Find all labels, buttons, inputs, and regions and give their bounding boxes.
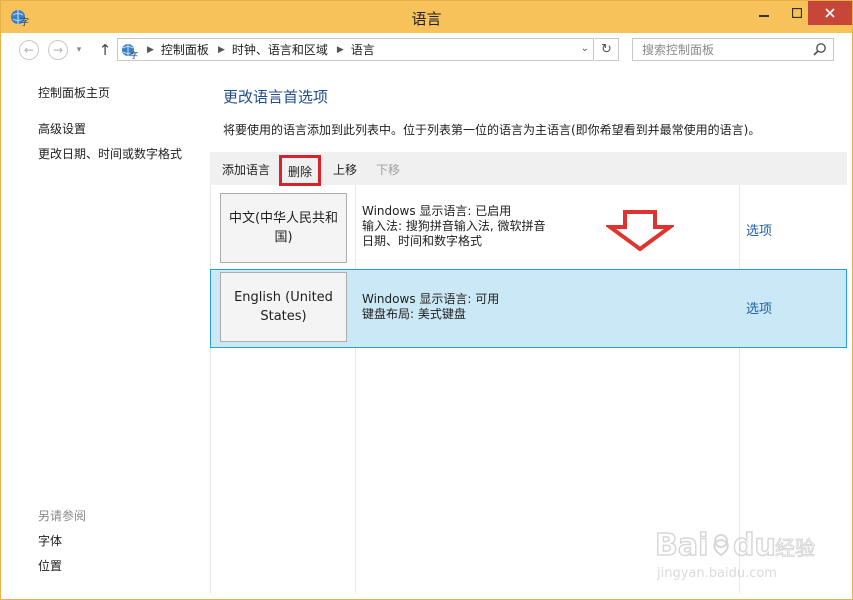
breadcrumb[interactable]: 字 ▶ 控制面板 ▶ 时钟、语言和区域 ▶ 语言 ⌄ <box>117 38 594 61</box>
options-link[interactable]: 选项 <box>746 298 772 317</box>
delete-language-button[interactable]: 删除 <box>279 155 322 186</box>
breadcrumb-separator-icon[interactable]: ▶ <box>218 45 225 55</box>
svg-text:字: 字 <box>130 50 138 59</box>
search-icon[interactable] <box>813 42 827 56</box>
recent-locations-button[interactable]: ▾ <box>72 40 86 60</box>
forward-arrow-icon: → <box>52 43 64 57</box>
input-method-info: 输入法: 搜狗拼音输入法, 微软拼音 <box>362 219 546 233</box>
language-toolbar: 添加语言 删除 上移 下移 <box>210 152 847 186</box>
breadcrumb-control-panel[interactable]: 控制面板 <box>161 41 209 58</box>
language-row-english[interactable]: English (United States) Windows 显示语言: 可用… <box>210 269 847 348</box>
up-button[interactable]: ↑ <box>95 40 115 60</box>
back-button[interactable]: ← <box>19 40 39 60</box>
language-window: 字 语言 ← → ▾ ↑ 字 ▶ 控制面板 ▶ 时钟、语言和区域 ▶ 语言 ⌄ … <box>0 0 853 600</box>
chevron-down-icon[interactable]: ⌄ <box>581 43 589 54</box>
svg-text:du: du <box>733 528 776 563</box>
location-link[interactable]: 位置 <box>38 557 62 574</box>
keyboard-layout-info: 键盘布局: 美式键盘 <box>362 307 466 321</box>
refresh-icon: ↻ <box>601 42 612 57</box>
language-info: Windows 显示语言: 已启用 输入法: 搜狗拼音输入法, 微软拼音 日期、… <box>362 204 546 249</box>
up-arrow-icon: ↑ <box>98 41 112 59</box>
breadcrumb-separator-icon[interactable]: ▶ <box>337 45 344 55</box>
language-info: Windows 显示语言: 可用 键盘布局: 美式键盘 <box>362 292 499 322</box>
maximize-icon <box>792 8 802 18</box>
baidu-watermark-logo: Bai du 经验 jingyan.baidu.com <box>655 527 815 581</box>
date-format-info: 日期、时间和数字格式 <box>362 234 483 248</box>
page-description: 将要使用的语言添加到此列表中。位于列表第一位的语言为主语言(即你希望看到并最常使… <box>223 123 761 137</box>
language-name-box[interactable]: English (United States) <box>220 272 347 342</box>
control-panel-home-link[interactable]: 控制面板主页 <box>38 84 110 101</box>
change-date-time-format-link[interactable]: 更改日期、时间或数字格式 <box>38 145 182 162</box>
display-language-status: Windows 显示语言: 已启用 <box>362 204 512 218</box>
breadcrumb-separator-icon[interactable]: ▶ <box>147 45 154 55</box>
search-input[interactable] <box>632 38 834 61</box>
chevron-down-icon: ▾ <box>76 45 82 55</box>
forward-button[interactable]: → <box>48 40 68 60</box>
page-title: 更改语言首选项 <box>223 88 329 106</box>
move-up-button[interactable]: 上移 <box>333 161 357 178</box>
address-bar: ← → ▾ ↑ 字 ▶ 控制面板 ▶ 时钟、语言和区域 ▶ 语言 ⌄ ↻ <box>1 33 852 67</box>
language-name-box[interactable]: 中文(中华人民共和国) <box>220 193 347 263</box>
breadcrumb-clock-language-region[interactable]: 时钟、语言和区域 <box>232 41 328 58</box>
minimize-button[interactable] <box>747 1 781 25</box>
see-also-heading: 另请参阅 <box>38 509 87 523</box>
move-down-button[interactable]: 下移 <box>376 161 400 178</box>
close-button[interactable] <box>808 1 852 25</box>
svg-text:Bai: Bai <box>655 528 708 563</box>
back-arrow-icon: ← <box>23 43 35 57</box>
options-link[interactable]: 选项 <box>746 220 772 239</box>
language-row-chinese[interactable]: 中文(中华人民共和国) Windows 显示语言: 已启用 输入法: 搜狗拼音输… <box>210 185 847 264</box>
advanced-settings-link[interactable]: 高级设置 <box>38 120 86 137</box>
refresh-button[interactable]: ↻ <box>595 38 619 61</box>
close-icon <box>825 8 835 18</box>
control-panel-icon: 字 <box>122 43 138 59</box>
breadcrumb-language[interactable]: 语言 <box>351 41 375 58</box>
add-language-button[interactable]: 添加语言 <box>222 161 270 178</box>
svg-text:经验: 经验 <box>775 536 815 560</box>
fonts-link[interactable]: 字体 <box>38 532 62 549</box>
minimize-icon <box>759 15 769 17</box>
window-title: 语言 <box>411 10 442 28</box>
down-arrow-annotation-icon <box>606 210 674 252</box>
title-bar[interactable]: 字 语言 <box>1 1 852 33</box>
watermark-url: jingyan.baidu.com <box>656 566 777 581</box>
display-language-status: Windows 显示语言: 可用 <box>362 292 500 306</box>
